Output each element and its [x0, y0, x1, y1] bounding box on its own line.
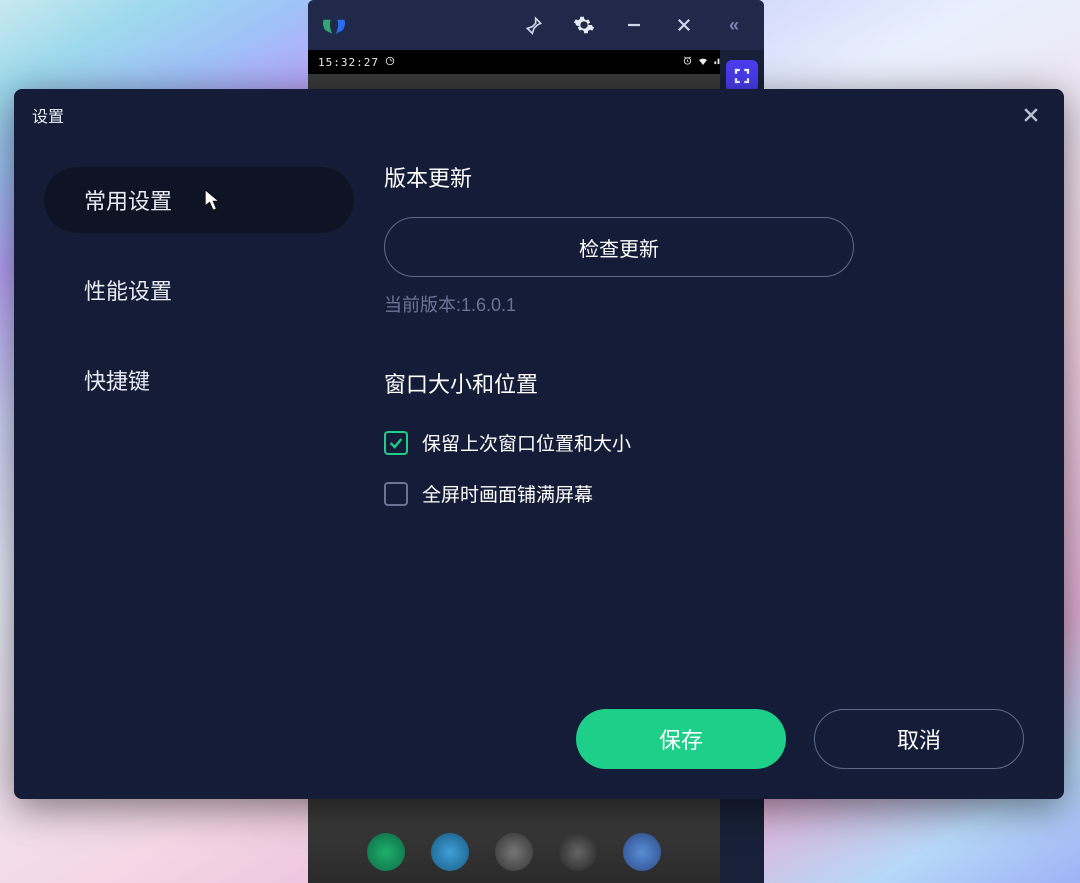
dock-app-icon[interactable]	[495, 833, 533, 871]
nav-item-label: 性能设置	[84, 274, 172, 306]
music-icon	[385, 56, 395, 69]
settings-nav: 常用设置 性能设置 快捷键	[44, 161, 354, 699]
app-logo-icon	[320, 11, 348, 39]
device-status-bar: 15:32:27	[308, 50, 764, 74]
checkbox-label: 保留上次窗口位置和大小	[422, 429, 631, 456]
minimize-icon[interactable]	[616, 7, 652, 43]
wifi-icon	[697, 55, 709, 70]
section-title-window: 窗口大小和位置	[384, 367, 1034, 399]
collapse-sidebar-icon[interactable]: «	[716, 7, 752, 43]
dialog-footer: 保存 取消	[14, 699, 1064, 799]
settings-dialog: 设置 常用设置 性能设置 快捷键 版本更新 检查更新 当前版本	[14, 89, 1064, 799]
nav-item-general[interactable]: 常用设置	[44, 167, 354, 233]
dock-app-icon[interactable]	[559, 833, 597, 871]
nav-item-shortcuts[interactable]: 快捷键	[44, 347, 354, 413]
section-title-update: 版本更新	[384, 161, 1034, 193]
button-label: 检查更新	[579, 233, 659, 262]
checkbox-keep-window-position[interactable]: 保留上次窗口位置和大小	[384, 429, 1034, 456]
save-button[interactable]: 保存	[576, 709, 786, 769]
dialog-close-icon[interactable]	[1016, 100, 1046, 130]
checkbox-label: 全屏时画面铺满屏幕	[422, 480, 593, 507]
emulator-titlebar: «	[308, 0, 764, 50]
checkbox-fullscreen-fill[interactable]: 全屏时画面铺满屏幕	[384, 480, 1034, 507]
nav-item-label: 常用设置	[84, 184, 172, 216]
dock-app-icon[interactable]	[367, 833, 405, 871]
alarm-icon	[682, 55, 693, 69]
device-dock	[308, 821, 720, 883]
checkbox-icon	[384, 431, 408, 455]
checkbox-icon	[384, 482, 408, 506]
nav-item-label: 快捷键	[84, 364, 150, 396]
dialog-title: 设置	[32, 103, 64, 127]
gear-icon[interactable]	[566, 7, 602, 43]
button-label: 保存	[659, 723, 703, 755]
status-time: 15:32:27	[318, 56, 379, 69]
dock-app-icon[interactable]	[623, 833, 661, 871]
nav-item-performance[interactable]: 性能设置	[44, 257, 354, 323]
cursor-icon	[204, 189, 222, 217]
current-version-label: 当前版本:1.6.0.1	[384, 291, 1034, 317]
button-label: 取消	[897, 723, 941, 755]
close-icon[interactable]	[666, 7, 702, 43]
check-update-button[interactable]: 检查更新	[384, 217, 854, 277]
settings-content: 版本更新 检查更新 当前版本:1.6.0.1 窗口大小和位置 保留上次窗口位置和…	[354, 161, 1034, 699]
cancel-button[interactable]: 取消	[814, 709, 1024, 769]
dialog-titlebar: 设置	[14, 89, 1064, 141]
dock-app-icon[interactable]	[431, 833, 469, 871]
fullscreen-icon[interactable]	[726, 60, 758, 92]
pin-icon[interactable]	[516, 7, 552, 43]
